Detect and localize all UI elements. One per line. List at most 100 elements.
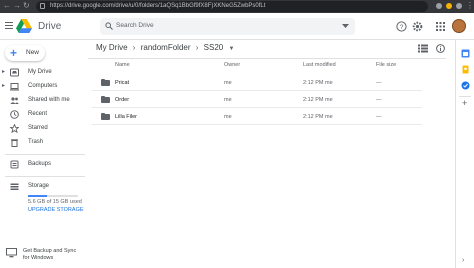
folder-icon — [101, 113, 110, 120]
sidebar-item-label: Recent — [28, 111, 48, 117]
url-text: https://drive.google.com/drive/u/0/folde… — [50, 3, 266, 9]
divider — [5, 154, 85, 155]
reload-icon[interactable]: ↻ — [23, 1, 30, 11]
storage-used-text: 5.6 GB of 15 GB used — [28, 199, 82, 205]
divider — [459, 96, 471, 97]
computer-icon — [10, 83, 19, 91]
search-options-icon[interactable] — [342, 22, 349, 30]
sidebar-item-label: My Drive — [28, 69, 52, 75]
new-button-label: New — [26, 49, 40, 56]
upgrade-storage-link[interactable]: UPGRADE STORAGE — [28, 207, 84, 213]
file-name: Pricat — [115, 80, 130, 86]
star-icon — [10, 124, 19, 133]
storage-icon — [10, 183, 19, 190]
settings-icon[interactable] — [412, 21, 423, 32]
sidebar-item-my-drive[interactable]: ▸ My Drive — [0, 67, 86, 79]
column-header-name[interactable]: Name — [115, 62, 130, 68]
sidebar-item-recent[interactable]: Recent — [0, 109, 86, 121]
expand-icon[interactable]: ▸ — [2, 82, 5, 89]
chevron-right-icon: › — [132, 43, 136, 52]
file-modified: 2:12 PM me — [303, 114, 333, 120]
sidebar-item-label: Backups — [28, 161, 52, 167]
column-header-last-modified[interactable]: Last modified — [303, 62, 336, 68]
people-icon — [10, 97, 19, 104]
extension-icon[interactable] — [436, 3, 442, 9]
breadcrumb-item[interactable]: SS20 — [204, 43, 224, 52]
sidebar-item-label: Trash — [28, 139, 44, 145]
browser-menu-icon[interactable]: ⋮ — [466, 1, 474, 11]
file-name: Lilla Filer — [115, 114, 138, 120]
table-row[interactable]: Lilla Filer me 2:12 PM me — — [92, 109, 422, 125]
sidebar-item-label: Storage — [28, 183, 50, 189]
browser-toolbar: ← → ↻ https://drive.google.com/drive/u/0… — [0, 0, 474, 13]
file-size: — — [376, 114, 382, 120]
expand-icon[interactable]: ▸ — [2, 68, 5, 75]
backup-sync-promo[interactable]: Get Backup and Sync for Windows — [6, 246, 86, 268]
keep-icon[interactable] — [461, 65, 470, 74]
backup-icon — [10, 160, 19, 169]
drive-logo-icon — [16, 19, 32, 33]
extension-icon[interactable] — [446, 3, 452, 9]
forward-icon[interactable]: → — [13, 1, 21, 11]
svg-text:?: ? — [400, 24, 404, 31]
my-drive-icon — [10, 68, 19, 77]
main-menu-icon[interactable] — [5, 22, 13, 30]
clock-icon — [10, 110, 19, 119]
file-size: — — [376, 80, 382, 86]
breadcrumb-item[interactable]: randomFolder — [141, 43, 191, 52]
sidebar-item-starred[interactable]: Starred — [0, 123, 86, 135]
lock-icon — [40, 3, 45, 9]
new-button[interactable]: + New — [5, 45, 45, 61]
column-header-owner[interactable]: Owner — [224, 62, 240, 68]
file-owner: me — [224, 97, 232, 103]
search-icon[interactable] — [105, 22, 113, 30]
folder-icon — [101, 79, 110, 86]
file-name: Order — [115, 97, 130, 103]
sidebar-item-backups[interactable]: Backups — [0, 159, 86, 171]
avatar[interactable] — [452, 19, 466, 33]
column-header-file-size[interactable]: File size — [376, 62, 396, 68]
apps-grid-icon[interactable] — [435, 21, 446, 32]
breadcrumb-item[interactable]: My Drive — [96, 43, 128, 52]
divider — [5, 176, 85, 177]
chevron-down-icon[interactable]: ▼ — [228, 46, 234, 52]
calendar-icon[interactable] — [461, 49, 470, 58]
file-size: — — [376, 97, 382, 103]
drive-header: Drive Search Drive ? — [0, 13, 474, 40]
side-panel-rail: + — [455, 40, 474, 268]
search-placeholder: Search Drive — [116, 22, 154, 29]
sidebar-item-label: Shared with me — [28, 97, 70, 103]
file-modified: 2:12 PM me — [303, 97, 333, 103]
sidebar-item-shared[interactable]: Shared with me — [0, 95, 86, 107]
breadcrumb: My Drive › randomFolder › SS20 ▼ — [96, 43, 237, 55]
backup-sync-label: Get Backup and Sync for Windows — [23, 248, 77, 261]
plus-icon: + — [10, 46, 18, 60]
sidebar: + New ▸ My Drive ▸ Computers Shared with… — [0, 40, 86, 268]
file-owner: me — [224, 80, 232, 86]
tasks-icon[interactable] — [461, 81, 470, 90]
desktop-icon — [6, 248, 17, 258]
file-owner: me — [224, 114, 232, 120]
app-name: Drive — [38, 21, 62, 32]
table-row[interactable]: Pricat me 2:12 PM me — — [92, 75, 422, 91]
chevron-right-icon[interactable]: › — [462, 257, 464, 264]
storage-bar-fill — [28, 195, 47, 197]
address-bar[interactable]: https://drive.google.com/drive/u/0/folde… — [36, 1, 428, 12]
drive-window: { "browser": { "url": "https://drive.goo… — [0, 0, 474, 268]
info-icon[interactable] — [436, 44, 445, 53]
sidebar-item-trash[interactable]: Trash — [0, 137, 86, 149]
trash-icon — [11, 139, 18, 147]
back-icon[interactable]: ← — [3, 1, 11, 11]
list-view-icon[interactable] — [418, 44, 428, 53]
sidebar-item-label: Starred — [28, 125, 48, 131]
sidebar-item-computers[interactable]: ▸ Computers — [0, 81, 86, 93]
search-input[interactable]: Search Drive — [100, 18, 355, 35]
sidebar-item-storage[interactable]: Storage — [0, 181, 86, 193]
storage-bar — [28, 195, 78, 197]
file-modified: 2:12 PM me — [303, 80, 333, 86]
profile-icon[interactable] — [456, 3, 462, 9]
help-icon[interactable]: ? — [396, 21, 407, 32]
add-addon-icon[interactable]: + — [462, 98, 467, 108]
chevron-right-icon: › — [195, 43, 199, 52]
table-row[interactable]: Order me 2:12 PM me — — [92, 92, 422, 108]
